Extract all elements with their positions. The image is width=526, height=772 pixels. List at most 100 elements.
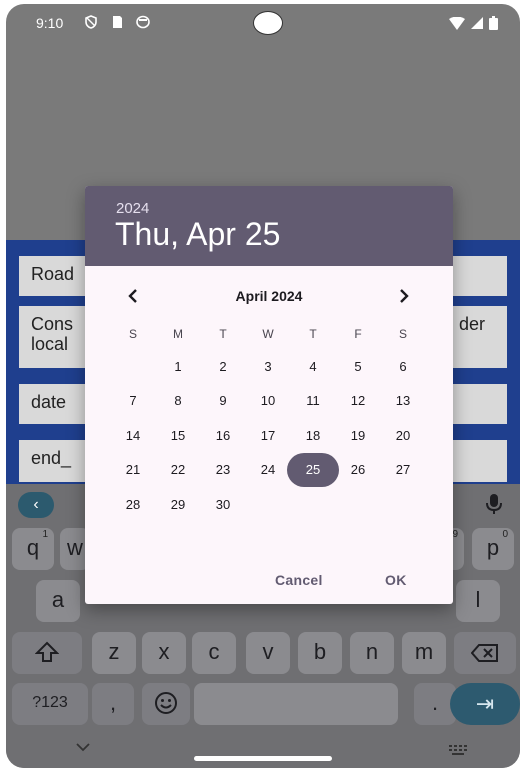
weekday-label: S xyxy=(398,327,407,341)
weekday-label: S xyxy=(128,327,137,341)
keyboard-switch-icon[interactable] xyxy=(449,745,467,755)
key-v[interactable]: v xyxy=(246,632,290,674)
field-line-right: der xyxy=(459,314,486,334)
month-navigation: April 2024 xyxy=(85,286,453,306)
chevron-left-icon[interactable] xyxy=(125,288,141,304)
day-cell[interactable]: 6 xyxy=(383,350,423,384)
keyboard-back-button[interactable]: ‹ xyxy=(18,492,54,518)
day-cell[interactable]: 13 xyxy=(383,384,423,418)
day-cell[interactable]: 10 xyxy=(248,384,288,418)
selected-year[interactable]: 2024 xyxy=(116,200,149,217)
enter-key[interactable]: ⇥ xyxy=(450,683,520,725)
status-bar: 9:10 xyxy=(6,4,520,42)
weekday-label: W xyxy=(262,327,274,341)
key-c-label: c xyxy=(208,639,220,664)
emoji-key[interactable] xyxy=(142,683,190,725)
symbols-key[interactable]: ?123 xyxy=(12,683,88,725)
key-q-label: q xyxy=(26,535,40,560)
date-picker-header: 2024 Thu, Apr 25 xyxy=(85,186,453,266)
day-cell[interactable]: 9 xyxy=(203,384,243,418)
key-x[interactable]: x xyxy=(142,632,186,674)
shield-icon xyxy=(85,15,97,29)
key-o-sup: 9 xyxy=(452,529,458,540)
day-cell[interactable]: 29 xyxy=(158,488,198,522)
day-cell[interactable]: 21 xyxy=(113,453,153,487)
day-cell[interactable]: 8 xyxy=(158,384,198,418)
day-cell[interactable]: 16 xyxy=(203,419,243,453)
day-cell[interactable]: 3 xyxy=(248,350,288,384)
day-cell[interactable]: 1 xyxy=(158,350,198,384)
day-cell[interactable]: 27 xyxy=(383,453,423,487)
key-n[interactable]: n xyxy=(350,632,394,674)
space-key[interactable] xyxy=(194,683,398,725)
battery-icon xyxy=(489,16,498,30)
comma-key[interactable]: , xyxy=(92,683,134,725)
key-m-label: m xyxy=(414,639,434,664)
road-field-label: Road xyxy=(31,264,75,284)
day-cell[interactable]: 4 xyxy=(293,350,333,384)
date-picker-dialog: 2024 Thu, Apr 25 April 2024 SMTWTFS 1234… xyxy=(85,186,453,604)
day-cell[interactable]: 24 xyxy=(248,453,288,487)
cancel-button[interactable]: Cancel xyxy=(275,572,323,588)
sd-card-icon xyxy=(113,16,122,28)
day-cell[interactable]: 15 xyxy=(158,419,198,453)
chevron-down-icon[interactable] xyxy=(76,742,90,752)
day-cell[interactable]: 7 xyxy=(113,384,153,418)
wifi-icon xyxy=(449,16,465,30)
shift-key[interactable] xyxy=(12,632,82,674)
microphone-icon[interactable] xyxy=(484,492,504,516)
key-l-label: l xyxy=(475,587,481,612)
emoji-icon xyxy=(155,692,177,714)
day-cell[interactable]: 2 xyxy=(203,350,243,384)
day-cell[interactable]: 18 xyxy=(293,419,333,453)
status-right-icons xyxy=(449,16,498,30)
day-cell[interactable]: 12 xyxy=(338,384,378,418)
day-selected[interactable]: 25 xyxy=(287,453,339,487)
weekday-label: T xyxy=(309,327,317,341)
app-icon xyxy=(136,15,150,29)
key-a[interactable]: a xyxy=(36,580,80,622)
selected-date-title: Thu, Apr 25 xyxy=(115,216,281,252)
key-b[interactable]: b xyxy=(298,632,342,674)
day-cell[interactable]: 30 xyxy=(203,488,243,522)
day-cell[interactable]: 23 xyxy=(203,453,243,487)
day-cell[interactable]: 20 xyxy=(383,419,423,453)
symbols-key-label: ?123 xyxy=(32,694,68,711)
weekday-label: M xyxy=(173,327,183,341)
key-p-sup: 0 xyxy=(502,529,508,540)
home-gesture-bar[interactable] xyxy=(194,756,332,761)
key-p[interactable]: p 0 xyxy=(472,528,514,570)
weekday-label: T xyxy=(219,327,227,341)
backspace-icon xyxy=(470,644,498,662)
signal-icon xyxy=(471,17,483,29)
key-v-label: v xyxy=(262,639,274,664)
day-cell[interactable]: 19 xyxy=(338,419,378,453)
backspace-key[interactable] xyxy=(454,632,516,674)
key-w-label: w xyxy=(67,535,83,560)
period-key-label: . xyxy=(431,690,439,715)
chevron-right-icon[interactable] xyxy=(396,288,412,304)
key-x-label: x xyxy=(158,639,170,664)
day-cell[interactable]: 11 xyxy=(293,384,333,418)
end-field-label: end_ xyxy=(31,448,72,468)
key-c[interactable]: c xyxy=(192,632,236,674)
day-cell[interactable]: 14 xyxy=(113,419,153,453)
key-b-label: b xyxy=(313,639,327,664)
day-cell[interactable]: 22 xyxy=(158,453,198,487)
day-cell[interactable]: 28 xyxy=(113,488,153,522)
day-cell[interactable]: 5 xyxy=(338,350,378,384)
key-n-label: n xyxy=(365,639,379,664)
key-l[interactable]: l xyxy=(456,580,500,622)
weekday-label: F xyxy=(354,327,362,341)
day-cell[interactable]: 26 xyxy=(338,453,378,487)
comma-key-label: , xyxy=(109,690,117,715)
date-field-label: date xyxy=(31,392,67,412)
key-z[interactable]: z xyxy=(92,632,136,674)
ok-button[interactable]: OK xyxy=(385,572,407,588)
key-q[interactable]: q 1 xyxy=(12,528,54,570)
day-cell[interactable]: 17 xyxy=(248,419,288,453)
shift-icon xyxy=(34,641,60,662)
key-m[interactable]: m xyxy=(402,632,446,674)
key-p-label: p xyxy=(486,535,500,560)
camera-cutout xyxy=(253,11,283,35)
